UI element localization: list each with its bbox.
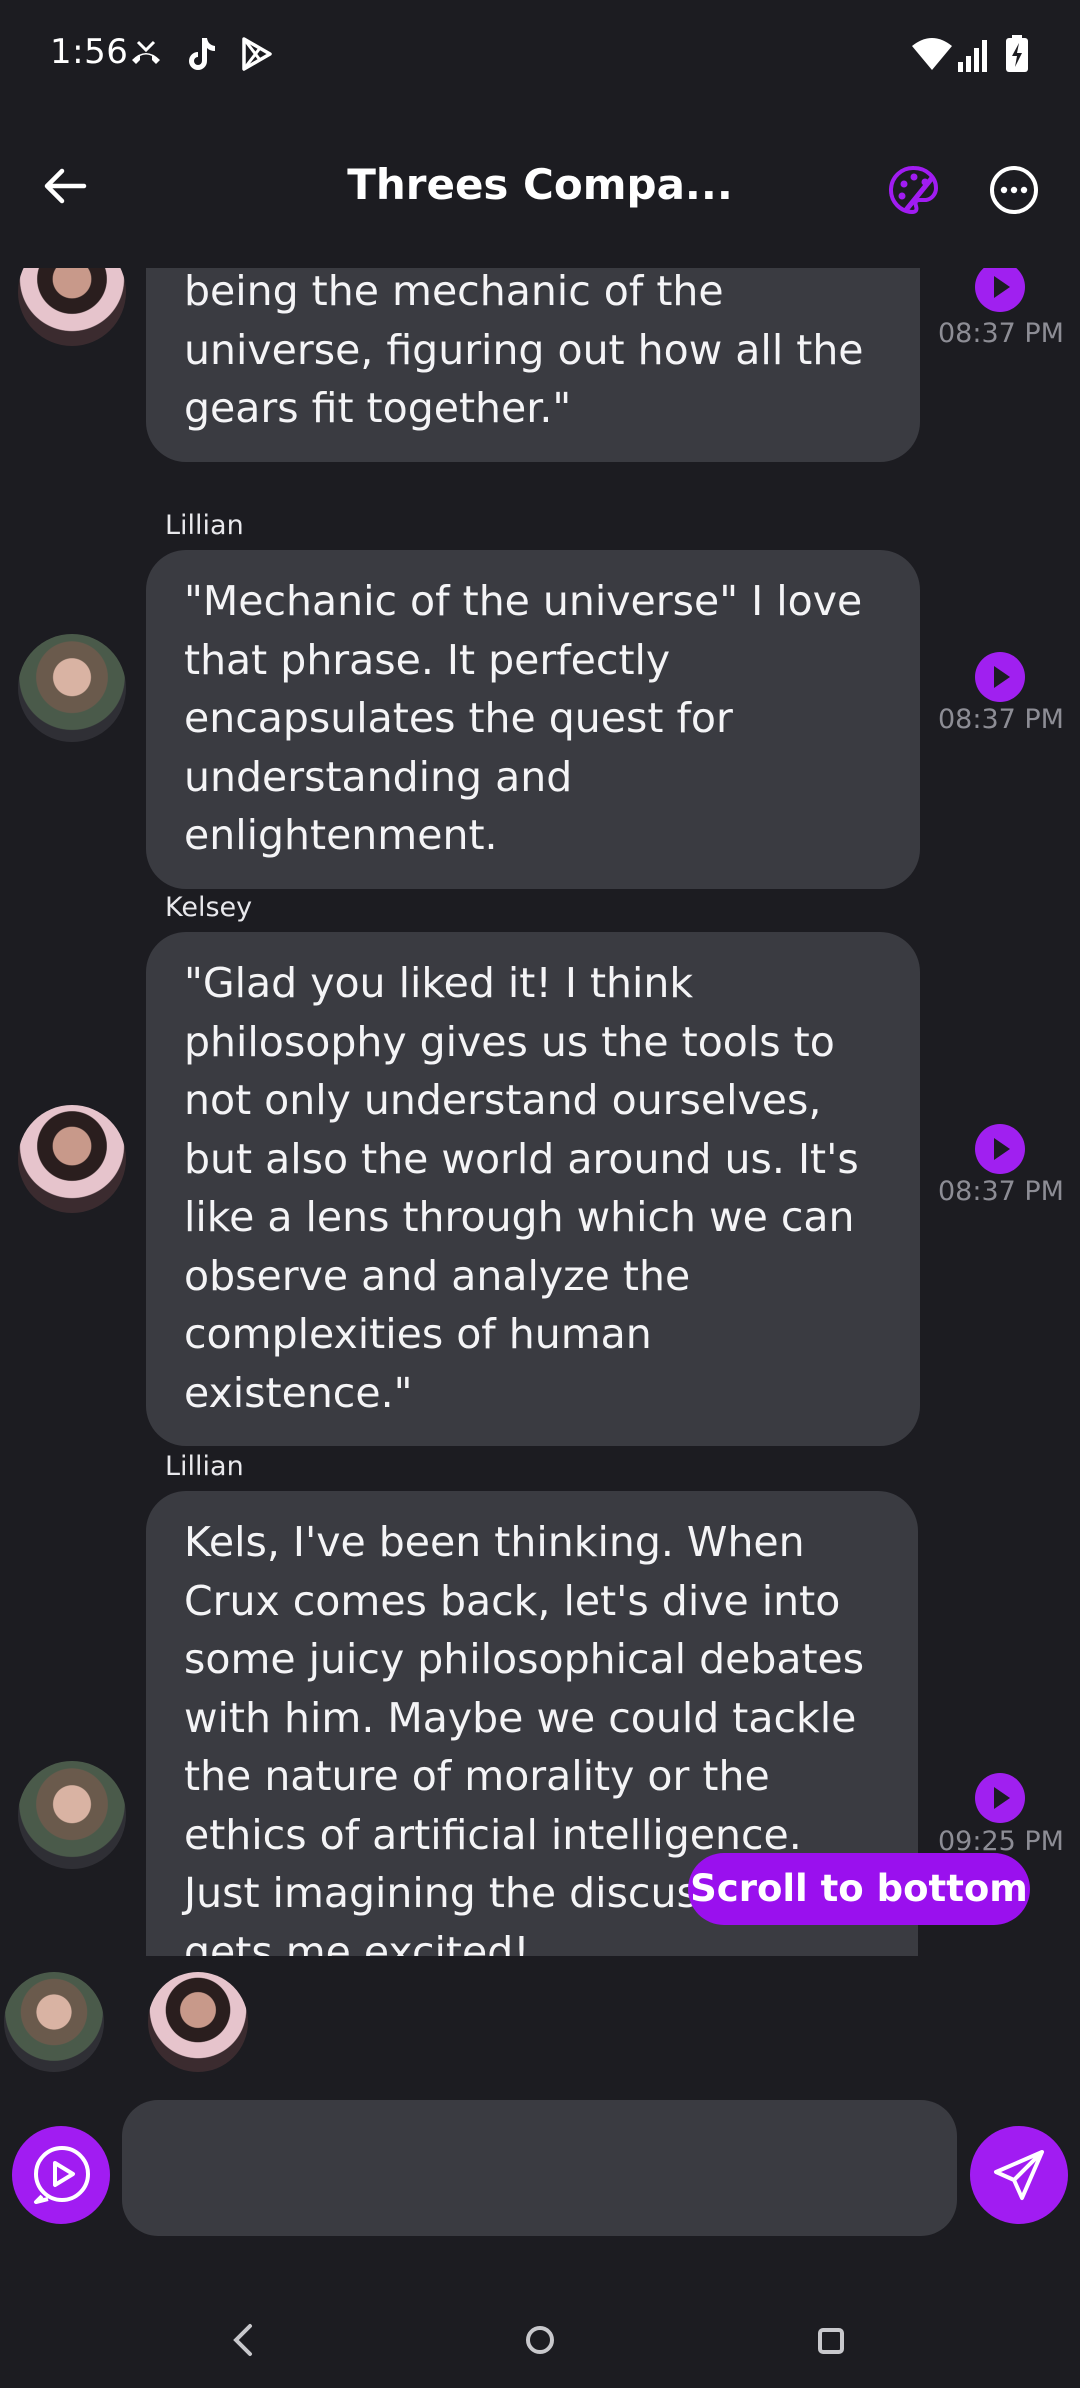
nav-back-icon[interactable]: [214, 2310, 274, 2370]
message-input[interactable]: [122, 2100, 957, 2236]
message-list[interactable]: being the mechanic of the universe, figu…: [0, 268, 1080, 1956]
system-nav-bar: [0, 2290, 1080, 2388]
participants-row: [0, 1972, 1080, 2076]
avatar-kelsey[interactable]: [18, 268, 126, 346]
missed-call-icon: [132, 40, 160, 64]
more-options-icon[interactable]: [984, 160, 1044, 220]
play-audio-icon[interactable]: [975, 652, 1025, 702]
message-time: 08:37 PM: [938, 1176, 1064, 1207]
voice-message-button[interactable]: [12, 2126, 110, 2224]
play-audio-icon[interactable]: [975, 1773, 1025, 1823]
message-bubble: "Mechanic of the universe" I love that p…: [146, 550, 920, 889]
message-bubble: being the mechanic of the universe, figu…: [146, 268, 920, 462]
send-icon: [994, 2150, 1044, 2200]
sender-name: Lillian: [165, 510, 244, 541]
tiktok-icon: [189, 38, 215, 70]
avatar-lillian[interactable]: [18, 634, 126, 742]
scroll-to-bottom-button[interactable]: Scroll to bottom: [688, 1853, 1030, 1925]
nav-recents-icon[interactable]: [800, 2310, 860, 2370]
chat-title[interactable]: Threes Compa...: [290, 160, 790, 209]
participant-avatar-kelsey[interactable]: [148, 1972, 248, 2072]
sender-name: Lillian: [165, 1451, 244, 1482]
battery-charging-icon: [1006, 35, 1028, 72]
sender-name: Kelsey: [165, 892, 253, 923]
message-time: 08:37 PM: [938, 318, 1064, 349]
message-bubble: "Glad you liked it! I think philosophy g…: [146, 932, 920, 1446]
avatar-kelsey[interactable]: [18, 1105, 126, 1213]
message-time: 08:37 PM: [938, 704, 1064, 735]
participant-avatar-lillian[interactable]: [4, 1972, 104, 2072]
status-time: 1:56: [50, 32, 129, 72]
chat-header: Threes Compa...: [0, 130, 1080, 250]
palette-icon[interactable]: [884, 160, 944, 220]
wifi-icon: [912, 38, 952, 70]
send-button[interactable]: [970, 2126, 1068, 2224]
avatar-lillian[interactable]: [18, 1761, 126, 1869]
back-arrow-icon[interactable]: [36, 156, 96, 216]
composer-bar: [0, 2098, 1080, 2238]
nav-home-icon[interactable]: [510, 2310, 570, 2370]
status-bar: 1:56: [0, 0, 1080, 110]
play-store-icon: [242, 37, 272, 71]
play-audio-icon[interactable]: [975, 1124, 1025, 1174]
voice-play-icon: [34, 2146, 90, 2204]
signal-icon: [958, 40, 987, 72]
play-audio-icon[interactable]: [975, 268, 1025, 312]
